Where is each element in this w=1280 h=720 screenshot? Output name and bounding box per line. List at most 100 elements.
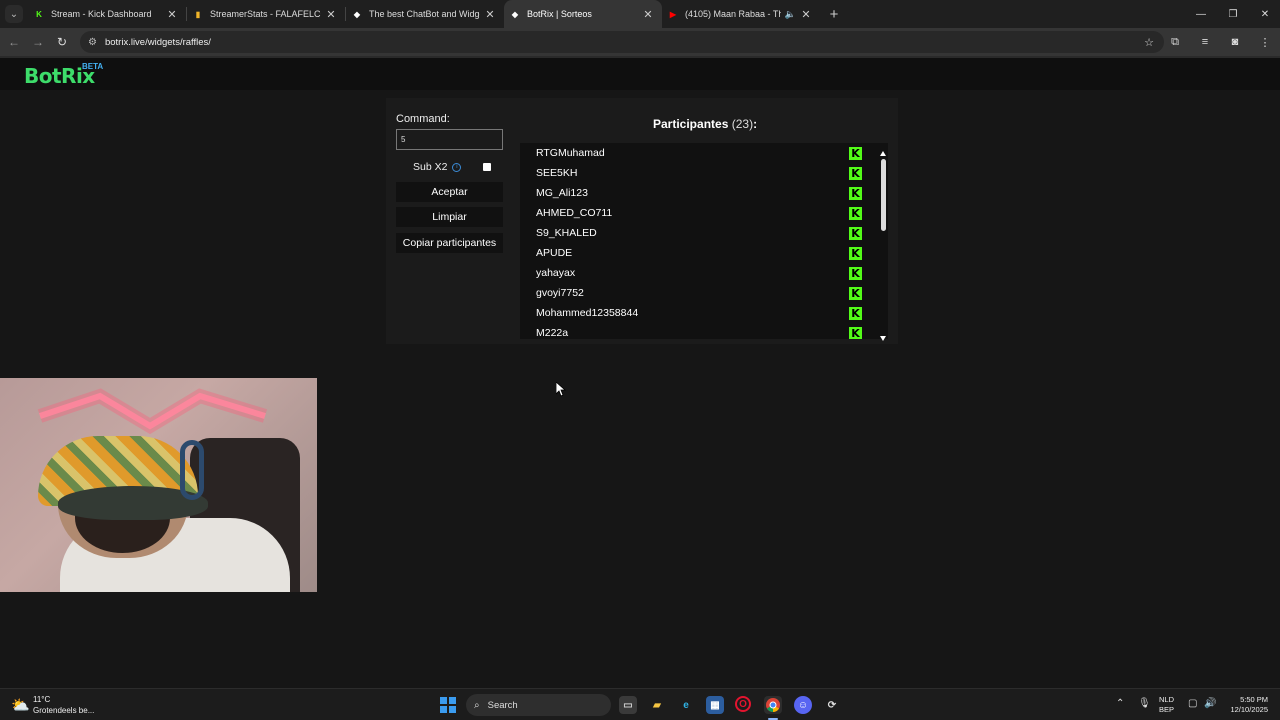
tab-close-icon[interactable]: ✕ [484, 8, 496, 21]
webcam-overlay [0, 378, 317, 592]
site-info-icon[interactable]: ⚙ [88, 37, 97, 48]
participant-name: AHMED_CO711 [536, 207, 613, 219]
stats-icon: ▮ [195, 9, 201, 19]
forward-icon[interactable]: → [26, 35, 50, 49]
reload-icon[interactable]: ↻ [50, 35, 74, 49]
clock-time: 5:50 PM [1240, 695, 1268, 704]
participant-name: M222a [536, 327, 569, 339]
copy-participants-button[interactable]: Copiar participantes [396, 233, 503, 253]
discord-icon[interactable]: ☺ [794, 696, 812, 714]
chrome-icon[interactable] [764, 696, 782, 714]
tab-list: K Stream - Kick Dashboard ✕ ▮ StreamerStats … [28, 0, 820, 28]
headset [180, 440, 204, 500]
file-explorer-icon[interactable]: ▰ [648, 696, 666, 714]
kick-icon: K [849, 166, 862, 180]
new-tab-button[interactable]: + [820, 6, 848, 23]
info-icon[interactable]: i [452, 162, 462, 172]
scrollbar-thumb[interactable] [881, 159, 886, 231]
mouse-cursor-icon [556, 382, 566, 397]
address-bar[interactable]: ⚙ botrix.live/widgets/raffles/ ☆ [80, 31, 1164, 53]
browser-toolbar: ← → ↻ ⚙ botrix.live/widgets/raffles/ ☆ ⧉… [0, 28, 1280, 56]
restore-icon[interactable]: ❐ [1218, 0, 1248, 28]
scroll-down-arrow[interactable] [880, 336, 886, 341]
raffle-panel: Command: 5 Sub X2 i Aceptar Limpiar Copi… [386, 98, 898, 344]
participant-name: S9_KHALED [536, 227, 597, 239]
task-view-icon[interactable]: ▭ [619, 696, 637, 714]
tab-audio-icon[interactable]: 🔈 [785, 9, 796, 20]
kick-icon: K [849, 286, 862, 300]
kick-icon: K [849, 266, 862, 280]
subx2-option: Sub X2 i [413, 161, 462, 173]
close-window-icon[interactable]: ✕ [1250, 0, 1280, 28]
search-icon: ⌕ [474, 699, 480, 711]
menu-kebab-icon[interactable]: ⋮ [1250, 36, 1280, 49]
network-icon[interactable]: ▢ [1188, 698, 1197, 709]
tab-search-button[interactable]: ⌄ [0, 0, 28, 28]
kick-icon: K [849, 306, 862, 320]
participant-name: APUDE [536, 247, 573, 259]
tab-close-icon[interactable]: ✕ [800, 8, 812, 21]
browser-tab-strip: ⌄ K Stream - Kick Dashboard ✕ ▮ StreamerStat… [0, 0, 1280, 28]
botrix-icon: ◆ [511, 9, 519, 19]
app-icon[interactable]: ⟳ [823, 696, 841, 714]
participant-name: yahayax [536, 267, 576, 279]
language-indicator[interactable]: NLD BEP [1159, 695, 1174, 715]
weather-desc[interactable]: Grotendeels be... [33, 706, 94, 715]
profile-icon[interactable]: ◙ [1220, 36, 1250, 48]
tab-close-icon[interactable]: ✕ [166, 8, 178, 21]
participant-row: Mohammed12358844 K [520, 303, 888, 323]
store-icon[interactable]: ▦ [706, 696, 724, 714]
opera-icon[interactable]: O [735, 696, 751, 712]
tab-close-icon[interactable]: ✕ [642, 8, 654, 21]
participants-list[interactable]: RTGMuhamad K SEE5KH K MG_Ali123 K AHMED_CO711 K… [520, 143, 888, 339]
bookmark-star-icon[interactable]: ☆ [1144, 36, 1154, 49]
kick-icon: K [849, 206, 862, 220]
participant-row: yahayax K [520, 263, 888, 283]
participants-heading: Participantes (23): [653, 117, 757, 131]
clock-date: 12/10/2025 [1230, 705, 1268, 714]
subx2-checkbox[interactable] [483, 163, 491, 171]
clock[interactable]: 5:50 PM 12/10/2025 [1222, 695, 1268, 715]
browser-tab[interactable]: ▶ (4105) Maan Rabaa - Thyab 🔈 ✕ [662, 0, 820, 28]
browser-tab[interactable]: ◆ The best ChatBot and Widgets ✕ [346, 0, 504, 28]
chevron-down-icon: ⌄ [5, 5, 23, 23]
accept-button[interactable]: Aceptar [396, 182, 503, 202]
kick-icon: K [849, 326, 862, 339]
participant-row: MG_Ali123 K [520, 183, 888, 203]
clear-button[interactable]: Limpiar [396, 207, 503, 227]
kick-icon: K [849, 146, 862, 160]
lang-bottom: BEP [1159, 705, 1175, 714]
page-body: Command: 5 Sub X2 i Aceptar Limpiar Copi… [0, 90, 1280, 688]
lang-top: NLD [1159, 695, 1175, 704]
youtube-icon: ▶ [669, 9, 677, 19]
scroll-up-arrow[interactable] [880, 151, 886, 156]
tab-title: Stream - Kick Dashboard [51, 9, 152, 19]
browser-tab[interactable]: K Stream - Kick Dashboard ✕ [28, 0, 186, 28]
minimize-icon[interactable]: — [1186, 0, 1216, 28]
back-icon[interactable]: ← [2, 35, 26, 49]
microphone-icon[interactable]: 🎙 [1138, 698, 1151, 709]
tab-title: StreamerStats - FALAFELCO Pro [210, 9, 321, 19]
participant-row: gvoyi7752 K [520, 283, 888, 303]
volume-icon[interactable]: 🔊 [1204, 698, 1216, 709]
media-control-icon[interactable]: ≡ [1190, 36, 1220, 48]
windows-start-icon[interactable] [440, 697, 456, 713]
botrix-icon: ◆ [353, 9, 361, 19]
taskbar-search[interactable]: ⌕ Search [466, 694, 611, 716]
weather-temp[interactable]: 11°C [33, 695, 50, 704]
browser-tab[interactable]: ▮ StreamerStats - FALAFELCO Pro ✕ [187, 0, 345, 28]
participant-name: RTGMuhamad [536, 147, 605, 159]
tab-title: The best ChatBot and Widgets [369, 9, 480, 19]
participants-title: Participantes [653, 117, 729, 131]
command-input[interactable]: 5 [396, 129, 503, 150]
extensions-icon[interactable]: ⧉ [1160, 36, 1190, 49]
browser-tab[interactable]: ◆ BotRix | Sorteos ✕ [504, 0, 662, 28]
tab-close-icon[interactable]: ✕ [325, 8, 337, 21]
tab-title: (4105) Maan Rabaa - Thyab [685, 9, 781, 19]
tray-overflow-icon[interactable]: ⌃ [1116, 698, 1124, 709]
participants-colon: : [753, 117, 758, 131]
weather-cloud-icon[interactable]: ⛅ [11, 696, 30, 714]
participant-row: AHMED_CO711 K [520, 203, 888, 223]
kick-icon: K [849, 186, 862, 200]
edge-icon[interactable]: e [677, 696, 695, 714]
